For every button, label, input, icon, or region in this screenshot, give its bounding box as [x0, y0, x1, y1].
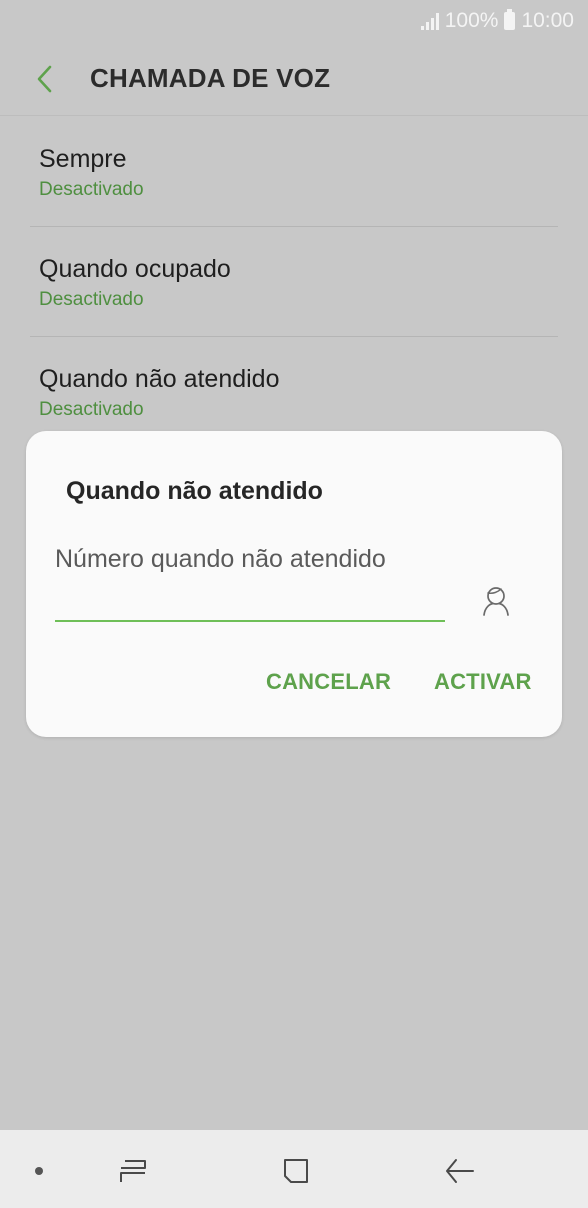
list-item-status: Desactivado — [39, 399, 144, 420]
forward-number-dialog: Quando não atendido CANCELAR ACTIVAR — [26, 431, 562, 737]
recents-icon — [120, 1160, 146, 1182]
number-input[interactable] — [55, 539, 445, 623]
activate-button[interactable]: ACTIVAR — [434, 669, 532, 695]
settings-list: Sempre Desactivado Quando ocupado Desact… — [0, 117, 588, 447]
list-item-status: Desactivado — [39, 289, 144, 310]
clock: 10:00 — [521, 9, 574, 32]
screen: 100% 10:00 CHAMADA DE VOZ Sempre Desacti… — [0, 0, 588, 1208]
back-button[interactable] — [0, 42, 90, 116]
contact-picker-button[interactable] — [478, 581, 514, 621]
input-underline — [55, 620, 445, 622]
signal-icon — [420, 12, 439, 30]
back-arrow-icon — [446, 1159, 474, 1183]
battery-percent: 100% — [444, 9, 499, 32]
home-icon — [284, 1159, 308, 1183]
dot-icon[interactable] — [35, 1167, 43, 1175]
dialog-title: Quando não atendido — [66, 477, 323, 505]
list-item-busy[interactable]: Quando ocupado Desactivado — [0, 227, 588, 337]
navigation-bar — [0, 1130, 588, 1208]
list-item-title: Quando não atendido — [39, 365, 280, 393]
list-item-always[interactable]: Sempre Desactivado — [0, 117, 588, 227]
page-title: CHAMADA DE VOZ — [90, 63, 331, 93]
person-icon — [483, 587, 509, 616]
list-item-status: Desactivado — [39, 179, 144, 200]
cancel-button[interactable]: CANCELAR — [266, 669, 391, 695]
recents-button[interactable] — [116, 1154, 150, 1188]
status-bar: 100% 10:00 — [0, 0, 588, 42]
list-item-title: Quando ocupado — [39, 255, 231, 283]
back-nav-button[interactable] — [443, 1154, 477, 1188]
battery-icon — [504, 9, 516, 30]
list-item-title: Sempre — [39, 145, 127, 173]
app-bar: CHAMADA DE VOZ — [0, 42, 588, 116]
home-button[interactable] — [279, 1154, 313, 1188]
chevron-left-icon — [37, 65, 52, 92]
